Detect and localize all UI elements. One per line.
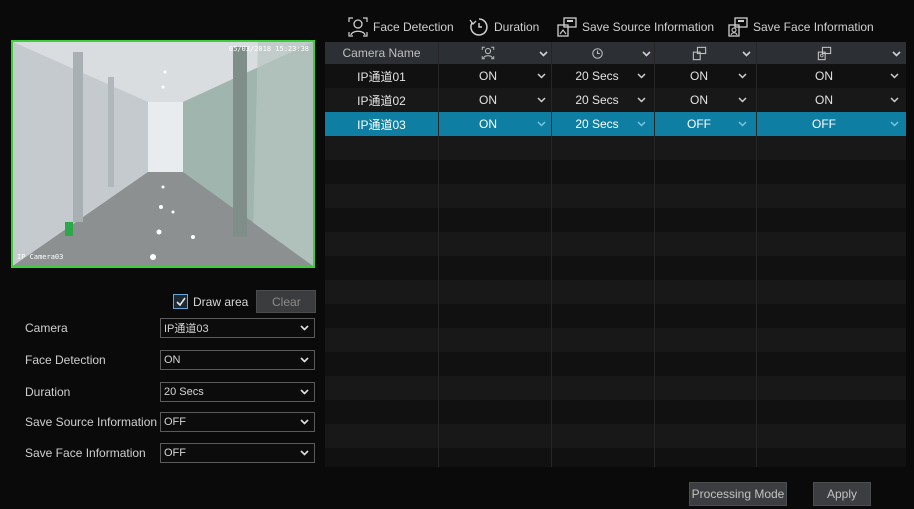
face-detection-row: Face Detection — [25, 350, 158, 370]
chevron-down-icon[interactable] — [891, 48, 902, 59]
draw-area-label: Draw area — [193, 294, 249, 309]
save-source-icon — [557, 17, 577, 37]
legend-save-source-label: Save Source Information — [582, 20, 715, 34]
camera-settings-table: Camera Name IP通道01 ON 20 Secs ON ON IP通道… — [325, 42, 906, 467]
camera-row: Camera — [25, 318, 158, 338]
row3-source-select[interactable]: OFF — [654, 112, 744, 136]
camera-select-value: IP通道03 — [164, 323, 209, 335]
row3-camera: IP通道03 — [357, 117, 406, 132]
row3-duration-select[interactable]: 20 Secs — [551, 112, 643, 136]
chevron-down-icon[interactable] — [636, 70, 647, 81]
header-camera-name: Camera Name — [342, 46, 421, 60]
chevron-down-icon[interactable] — [636, 118, 647, 129]
row1-duration-select[interactable]: 20 Secs — [551, 64, 643, 88]
row3-face-select[interactable]: ON — [438, 112, 538, 136]
face-detection-select-value: ON — [164, 354, 181, 366]
face-detection-icon — [348, 17, 368, 37]
draw-area-row: Draw area Clear — [173, 290, 317, 313]
duration-label: Duration — [25, 385, 71, 399]
save-face-icon — [728, 17, 748, 37]
legend-face-detection-label: Face Detection — [373, 20, 454, 34]
row2-duration-select[interactable]: 20 Secs — [551, 88, 643, 112]
chevron-down-icon[interactable] — [889, 94, 900, 105]
preview-timestamp: 05/03/2018 15:23:38 — [228, 45, 309, 53]
legend-save-source: Save Source Information — [556, 14, 714, 40]
duration-icon — [469, 18, 488, 36]
row3-save-face-select[interactable]: OFF — [756, 112, 892, 136]
save-source-select-value: OFF — [164, 416, 186, 428]
chevron-down-icon — [300, 419, 309, 425]
chevron-down-icon[interactable] — [737, 118, 748, 129]
save-face-row: Save Face Information — [25, 443, 158, 463]
save-source-icon — [692, 46, 706, 60]
duration-select[interactable]: 20 Secs — [160, 382, 315, 402]
duration-row: Duration — [25, 382, 158, 402]
chevron-down-icon — [300, 325, 309, 331]
chevron-down-icon[interactable] — [889, 118, 900, 129]
save-source-row: Save Source Information — [25, 412, 158, 432]
chevron-down-icon[interactable] — [636, 94, 647, 105]
chevron-down-icon[interactable] — [641, 48, 652, 59]
face-detection-settings-page: Face Detection Duration Save Source Info… — [0, 0, 914, 509]
save-face-select-value: OFF — [164, 447, 186, 459]
header-save-face[interactable] — [756, 42, 892, 64]
apply-button[interactable]: Apply — [813, 482, 871, 506]
corridor-image — [13, 42, 313, 266]
chevron-down-icon[interactable] — [538, 48, 549, 59]
legend-save-face-label: Save Face Information — [753, 20, 874, 34]
row2-face-select[interactable]: ON — [438, 88, 538, 112]
legend-face-detection: Face Detection — [347, 14, 454, 40]
chevron-down-icon[interactable] — [536, 70, 547, 81]
row2-source-select[interactable]: ON — [654, 88, 744, 112]
chevron-down-icon — [300, 389, 309, 395]
legend-duration-label: Duration — [494, 20, 540, 34]
camera-preview[interactable]: 05/03/2018 15:23:38 IP Camera03 — [11, 40, 315, 268]
row2-camera: IP通道02 — [357, 93, 406, 108]
chevron-down-icon[interactable] — [536, 118, 547, 129]
face-detection-select[interactable]: ON — [160, 350, 315, 370]
chevron-down-icon[interactable] — [889, 70, 900, 81]
chevron-down-icon[interactable] — [536, 94, 547, 105]
chevron-down-icon — [300, 450, 309, 456]
checkmark-icon — [175, 297, 186, 306]
face-detection-label: Face Detection — [25, 353, 106, 367]
chevron-down-icon[interactable] — [737, 70, 748, 81]
draw-area-checkbox[interactable] — [173, 294, 188, 309]
camera-label: Camera — [25, 321, 68, 335]
save-face-icon — [817, 46, 831, 60]
duration-icon — [591, 47, 603, 59]
save-face-select[interactable]: OFF — [160, 443, 315, 463]
duration-select-value: 20 Secs — [164, 386, 204, 398]
save-source-select[interactable]: OFF — [160, 412, 315, 432]
clear-button[interactable]: Clear — [256, 290, 317, 313]
processing-mode-button[interactable]: Processing Mode — [689, 482, 787, 506]
legend-save-face: Save Face Information — [727, 14, 874, 40]
chevron-down-icon[interactable] — [741, 48, 752, 59]
camera-select[interactable]: IP通道03 — [160, 318, 315, 338]
row2-save-face-select[interactable]: ON — [756, 88, 892, 112]
row1-face-select[interactable]: ON — [438, 64, 538, 88]
preview-camera-label: IP Camera03 — [17, 253, 64, 261]
header-duration[interactable] — [551, 42, 643, 64]
legend-duration: Duration — [468, 14, 539, 40]
row1-camera: IP通道01 — [357, 69, 406, 84]
row1-source-select[interactable]: ON — [654, 64, 744, 88]
save-source-label: Save Source Information — [25, 415, 158, 429]
chevron-down-icon[interactable] — [737, 94, 748, 105]
chevron-down-icon — [300, 357, 309, 363]
row1-save-face-select[interactable]: ON — [756, 64, 892, 88]
face-detection-icon — [481, 46, 495, 60]
header-face-detection[interactable] — [438, 42, 538, 64]
save-face-label: Save Face Information — [25, 446, 146, 460]
header-save-source[interactable] — [654, 42, 744, 64]
